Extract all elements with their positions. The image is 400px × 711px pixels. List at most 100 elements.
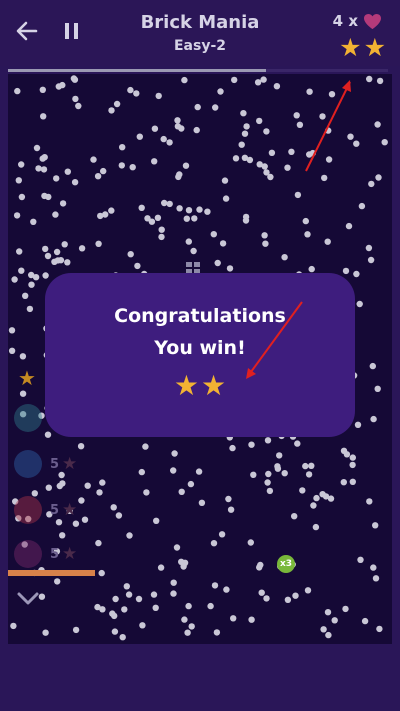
ball: [182, 162, 190, 169]
ball: [134, 262, 141, 270]
ball: [42, 629, 49, 636]
ball: [349, 478, 356, 485]
ball: [135, 595, 143, 603]
ball: [148, 218, 156, 225]
split-powerup-icon[interactable]: [14, 540, 42, 568]
ball: [325, 631, 332, 639]
ball: [305, 471, 313, 478]
ball: [184, 629, 191, 636]
ball: [153, 517, 160, 524]
lives-text: 4 x: [332, 12, 358, 30]
ball: [225, 495, 232, 503]
ball: [263, 128, 270, 135]
ball: [18, 161, 25, 168]
lives-counter: 4 x: [333, 11, 382, 31]
ball: [166, 200, 173, 208]
ball: [368, 180, 375, 188]
ball: [340, 447, 348, 454]
ball: [61, 241, 68, 248]
ball: [247, 539, 254, 546]
ball: [256, 117, 263, 125]
ball: [370, 564, 377, 571]
ball: [188, 623, 195, 630]
ball: [64, 259, 71, 266]
ball: [232, 155, 240, 162]
ball: [57, 257, 65, 264]
ball: [312, 523, 320, 531]
ball: [115, 512, 123, 519]
ball: [138, 468, 145, 476]
ball: [356, 300, 363, 308]
ball: [113, 100, 121, 108]
ball: [243, 123, 250, 130]
ball: [264, 479, 271, 486]
ball: [151, 158, 158, 165]
ball: [71, 76, 79, 83]
ball: [328, 91, 336, 98]
paddle[interactable]: [8, 570, 95, 576]
fire-powerup-icon[interactable]: [14, 496, 42, 524]
ball: [119, 144, 126, 151]
ball: [97, 212, 104, 220]
ball: [11, 276, 18, 283]
ball: [71, 179, 79, 186]
ball: [33, 144, 41, 152]
ball: [59, 480, 66, 487]
ball: [110, 504, 117, 511]
ball: [75, 102, 82, 110]
ball: [42, 245, 49, 253]
ball: [381, 139, 388, 146]
ball: [345, 222, 353, 230]
ball: [263, 595, 270, 602]
ball: [94, 603, 101, 611]
ball: [284, 164, 291, 171]
ball: [349, 461, 356, 469]
ball: [313, 494, 320, 502]
star-icon: ★: [363, 33, 386, 62]
speed-powerup-icon[interactable]: [14, 450, 42, 478]
ball: [370, 415, 377, 423]
ball: [72, 626, 80, 634]
ball: [170, 467, 177, 474]
ball: [260, 76, 267, 83]
chevron-down-icon[interactable]: [16, 590, 40, 608]
bomb-powerup-icon[interactable]: [14, 404, 42, 432]
ball: [292, 592, 299, 599]
ball: [229, 444, 236, 452]
ball: [30, 218, 37, 225]
ball: [173, 544, 181, 551]
ball: [308, 265, 315, 273]
ball: [266, 487, 274, 495]
ball: [160, 135, 167, 143]
star-icon: ★: [173, 369, 199, 402]
ball: [242, 217, 250, 224]
ball: [288, 148, 295, 155]
ball: [261, 232, 268, 239]
ball: [304, 587, 312, 594]
ball: [309, 149, 316, 157]
ball: [150, 591, 158, 598]
ball: [8, 347, 16, 354]
ball: [72, 520, 80, 527]
ball: [296, 121, 304, 128]
ball: [264, 437, 272, 444]
ball: [366, 498, 373, 505]
ball: [238, 141, 245, 148]
ball: [94, 173, 102, 180]
ball: [185, 207, 193, 214]
dialog-congratulations-text: Congratulations: [114, 305, 286, 327]
ball: [39, 86, 46, 93]
ball: [158, 233, 165, 241]
ball: [276, 452, 283, 459]
ball: [28, 271, 35, 279]
ball: [111, 612, 118, 620]
ball: [293, 112, 300, 119]
ball: [193, 126, 200, 134]
ball: [129, 164, 136, 171]
ball: [227, 506, 235, 513]
ball: [222, 195, 230, 202]
ball: [64, 168, 71, 175]
star-icon: ★: [62, 500, 78, 520]
ball: [16, 248, 23, 255]
ball: [372, 522, 379, 529]
